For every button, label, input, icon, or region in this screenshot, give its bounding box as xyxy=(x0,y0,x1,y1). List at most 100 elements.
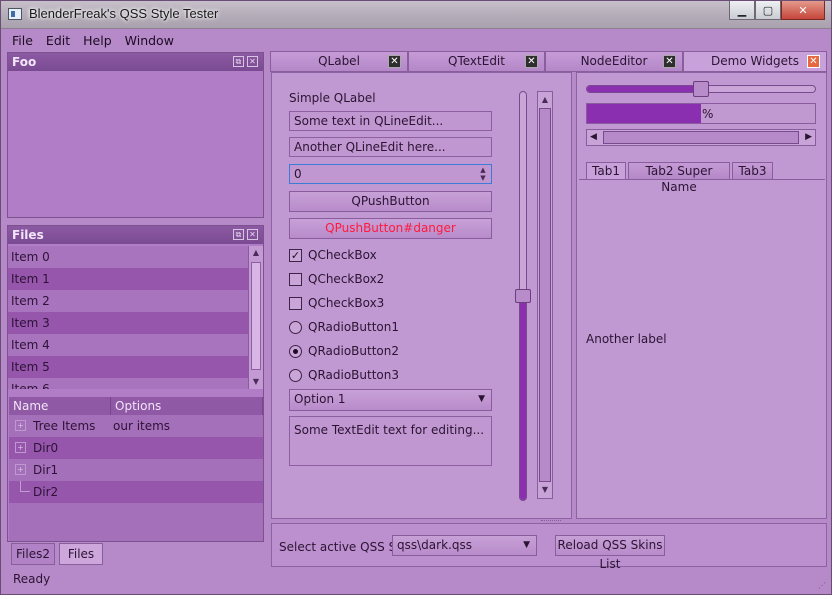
menu-edit[interactable]: Edit xyxy=(46,33,70,48)
progress-text: % xyxy=(702,107,714,121)
line-edit-2[interactable]: Another QLineEdit here... xyxy=(289,137,492,157)
line-edit-1[interactable]: Some text in QLineEdit... xyxy=(289,111,492,131)
close-icon[interactable]: ✕ xyxy=(247,229,258,240)
menu-help[interactable]: Help xyxy=(83,33,112,48)
list-item[interactable]: Item 0 xyxy=(8,246,248,268)
close-button[interactable]: ✕ xyxy=(781,1,825,20)
vertical-scrollbar[interactable]: ▲ ▼ xyxy=(537,91,553,499)
horizontal-slider-handle[interactable] xyxy=(693,81,709,97)
vertical-slider-handle[interactable] xyxy=(515,289,531,303)
tree-item-option: our items xyxy=(113,419,171,433)
tree-row[interactable]: Dir2 xyxy=(9,481,263,503)
maximize-button[interactable]: ▢ xyxy=(755,1,781,20)
tree-header: Name Options xyxy=(9,397,263,415)
scroll-track[interactable] xyxy=(603,131,799,144)
subtab-2[interactable]: Tab2 Super Name xyxy=(628,162,730,194)
scroll-down-icon[interactable]: ▼ xyxy=(249,376,263,388)
dock-files-title[interactable]: Files xyxy=(8,226,263,244)
subtab-1[interactable]: Tab1 xyxy=(586,162,626,180)
close-icon[interactable]: ✕ xyxy=(663,55,676,68)
skin-combo[interactable]: qss\dark.qss ▼ xyxy=(392,535,537,556)
checkmark-icon[interactable]: ✓ xyxy=(289,248,302,262)
list-item[interactable]: Item 5 xyxy=(8,356,248,378)
list-item[interactable]: Item 6 xyxy=(8,378,248,389)
radio-1[interactable]: QRadioButton1 xyxy=(289,319,399,335)
radio-label: QRadioButton1 xyxy=(308,320,399,334)
subtab-3[interactable]: Tab3 xyxy=(732,162,773,180)
scroll-thumb[interactable] xyxy=(251,262,261,370)
expand-icon[interactable]: + xyxy=(15,420,26,431)
tree-row[interactable]: + Dir1 xyxy=(9,459,263,481)
skin-combo-value: qss\dark.qss xyxy=(397,538,472,552)
menu-file[interactable]: File xyxy=(12,33,33,48)
list-item[interactable]: Item 3 xyxy=(8,312,248,334)
files-scrollbar[interactable]: ▲ ▼ xyxy=(248,246,263,389)
chevron-down-icon[interactable]: ▼ xyxy=(478,390,485,409)
close-icon[interactable]: ✕ xyxy=(388,55,401,68)
close-icon[interactable]: ✕ xyxy=(807,55,820,68)
tab-demo-widgets[interactable]: Demo Widgets ✕ xyxy=(683,51,827,72)
menu-window[interactable]: Window xyxy=(125,33,174,48)
qpushbutton[interactable]: QPushButton xyxy=(289,191,492,212)
tree-row[interactable]: + Tree Items our items xyxy=(9,415,263,437)
chevron-down-icon[interactable]: ▼ xyxy=(523,536,530,555)
checkbox-label: QCheckBox xyxy=(308,248,377,262)
scroll-left-icon[interactable]: ◀ xyxy=(590,132,597,142)
radio-3[interactable]: QRadioButton3 xyxy=(289,367,399,383)
horizontal-scrollbar[interactable]: ◀ ▶ xyxy=(586,129,816,146)
tree-column-options[interactable]: Options xyxy=(111,397,263,415)
expand-icon[interactable]: + xyxy=(15,442,26,453)
scroll-track[interactable] xyxy=(539,108,551,482)
scroll-down-icon[interactable]: ▼ xyxy=(538,484,552,496)
checkbox-1[interactable]: ✓ QCheckBox xyxy=(289,247,377,263)
radio-label: QRadioButton3 xyxy=(308,368,399,382)
checkbox-box[interactable] xyxy=(289,272,302,286)
list-item[interactable]: Item 1 xyxy=(8,268,248,290)
close-icon[interactable]: ✕ xyxy=(247,56,258,67)
checkbox-box[interactable] xyxy=(289,296,302,310)
radio-2[interactable]: QRadioButton2 xyxy=(289,343,399,359)
size-grip-icon[interactable]: ⋰ xyxy=(818,581,828,591)
list-item[interactable]: Item 4 xyxy=(8,334,248,356)
spinbox[interactable]: 0 ▲ ▼ xyxy=(289,164,492,184)
minimize-button[interactable]: ▁ xyxy=(729,1,755,20)
dock-foo-title[interactable]: Foo xyxy=(8,53,263,71)
tree-branch-line xyxy=(20,481,30,492)
horizontal-slider-fill xyxy=(587,86,702,92)
scroll-up-icon[interactable]: ▲ xyxy=(249,247,263,259)
danger-button[interactable]: QPushButton#danger xyxy=(289,218,492,239)
float-icon[interactable]: ⧉ xyxy=(233,56,244,67)
reload-skins-button[interactable]: Reload QSS Skins List xyxy=(555,535,665,571)
tab-qlabel[interactable]: QLabel ✕ xyxy=(270,51,408,72)
splitter-handle[interactable] xyxy=(541,520,561,522)
scroll-up-icon[interactable]: ▲ xyxy=(538,94,552,106)
float-icon[interactable]: ⧉ xyxy=(233,229,244,240)
radio-circle[interactable] xyxy=(289,368,302,382)
window-title: BlenderFreak's QSS Style Tester xyxy=(29,6,219,21)
expand-icon[interactable]: + xyxy=(15,464,26,475)
files-list: Item 0 Item 1 Item 2 Item 3 Item 4 Item … xyxy=(8,246,248,389)
title-bar[interactable]: BlenderFreak's QSS Style Tester ▁ ▢ ✕ xyxy=(1,1,831,29)
checkbox-2[interactable]: QCheckBox2 xyxy=(289,271,384,287)
tree-row[interactable]: + Dir0 xyxy=(9,437,263,459)
text-edit[interactable]: Some TextEdit text for editing... xyxy=(289,416,492,466)
tab-qtextedit[interactable]: QTextEdit ✕ xyxy=(408,51,545,72)
options-combo[interactable]: Option 1 ▼ xyxy=(289,389,492,411)
scroll-right-icon[interactable]: ▶ xyxy=(805,132,812,142)
dock-tab-files2[interactable]: Files2 xyxy=(11,543,55,565)
dock-foo: Foo ⧉ ✕ xyxy=(7,52,264,218)
app-icon xyxy=(8,8,22,20)
list-item[interactable]: Item 2 xyxy=(8,290,248,312)
tree-column-name[interactable]: Name xyxy=(9,397,111,415)
radio-circle[interactable] xyxy=(289,320,302,334)
close-icon[interactable]: ✕ xyxy=(525,55,538,68)
progress-fill xyxy=(587,104,701,123)
dock-tab-files[interactable]: Files xyxy=(59,543,103,565)
radio-circle[interactable] xyxy=(289,344,302,358)
tab-nodeeditor[interactable]: NodeEditor ✕ xyxy=(545,51,683,72)
tab-label: QLabel xyxy=(318,54,360,68)
checkbox-label: QCheckBox2 xyxy=(308,272,385,286)
checkbox-3[interactable]: QCheckBox3 xyxy=(289,295,384,311)
spin-arrows-icon[interactable]: ▲ ▼ xyxy=(477,166,489,182)
progress-bar: % xyxy=(586,103,816,124)
